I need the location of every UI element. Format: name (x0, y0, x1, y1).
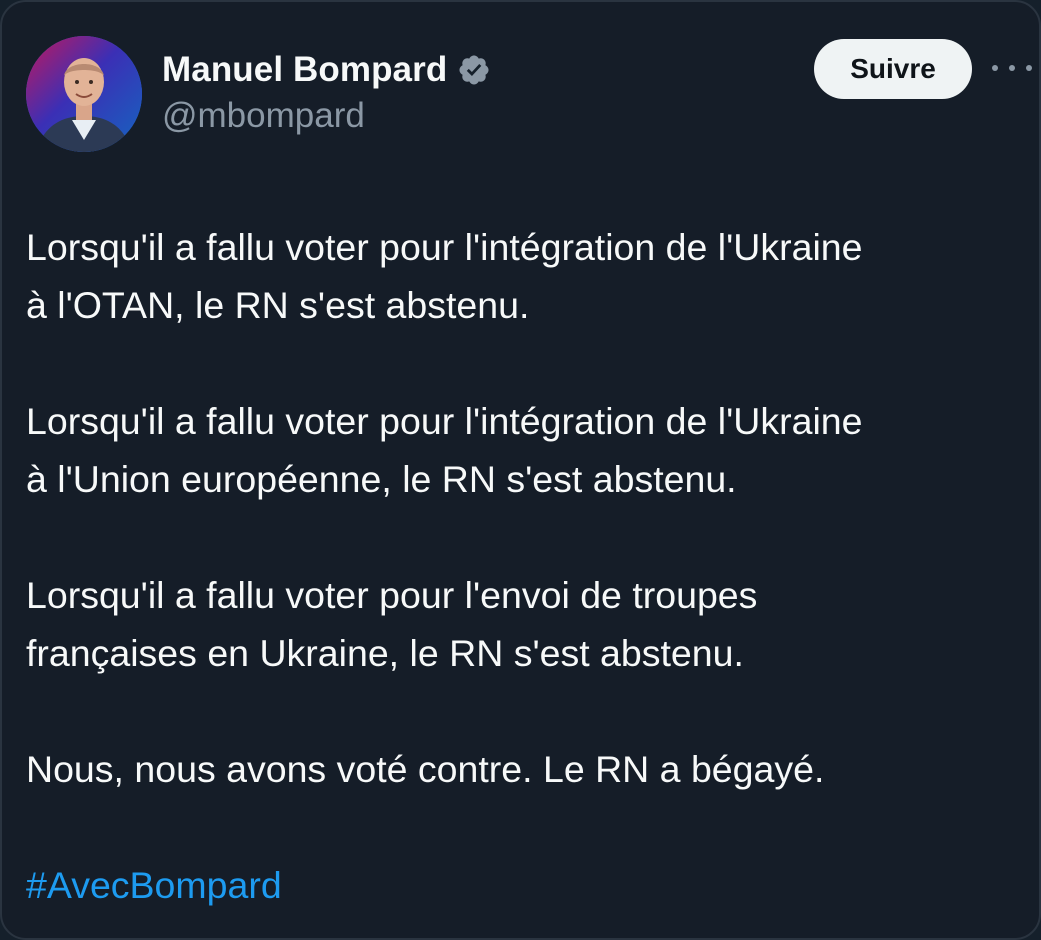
tweet-paragraph: Nous, nous avons voté contre. Le RN a bé… (26, 748, 825, 790)
tweet-card: Manuel Bompard @mbompard Suivre Lorsqu'i… (0, 0, 1041, 940)
follow-button[interactable]: Suivre (814, 39, 972, 99)
handle[interactable]: @mbompard (162, 96, 491, 136)
display-name-row: Manuel Bompard (162, 48, 491, 92)
tweet-paragraph: Lorsqu'il a fallu voter pour l'envoi de … (26, 574, 758, 674)
more-dot (992, 65, 998, 71)
more-horizontal-icon[interactable] (992, 58, 1032, 78)
more-dot (1026, 65, 1032, 71)
hashtag-link[interactable]: #AvecBompard (26, 856, 1026, 914)
avatar[interactable] (26, 36, 142, 152)
verified-badge-icon (457, 53, 491, 87)
avatar-photo (26, 36, 142, 152)
tweet-text: Lorsqu'il a fallu voter pour l'intégrati… (26, 218, 1026, 914)
display-name[interactable]: Manuel Bompard (162, 50, 447, 90)
tweet-header: Manuel Bompard @mbompard Suivre (26, 36, 1032, 156)
tweet-paragraph: Lorsqu'il a fallu voter pour l'intégrati… (26, 226, 863, 326)
author-info: Manuel Bompard @mbompard (162, 48, 491, 136)
more-dot (1009, 65, 1015, 71)
tweet-paragraph: Lorsqu'il a fallu voter pour l'intégrati… (26, 400, 863, 500)
